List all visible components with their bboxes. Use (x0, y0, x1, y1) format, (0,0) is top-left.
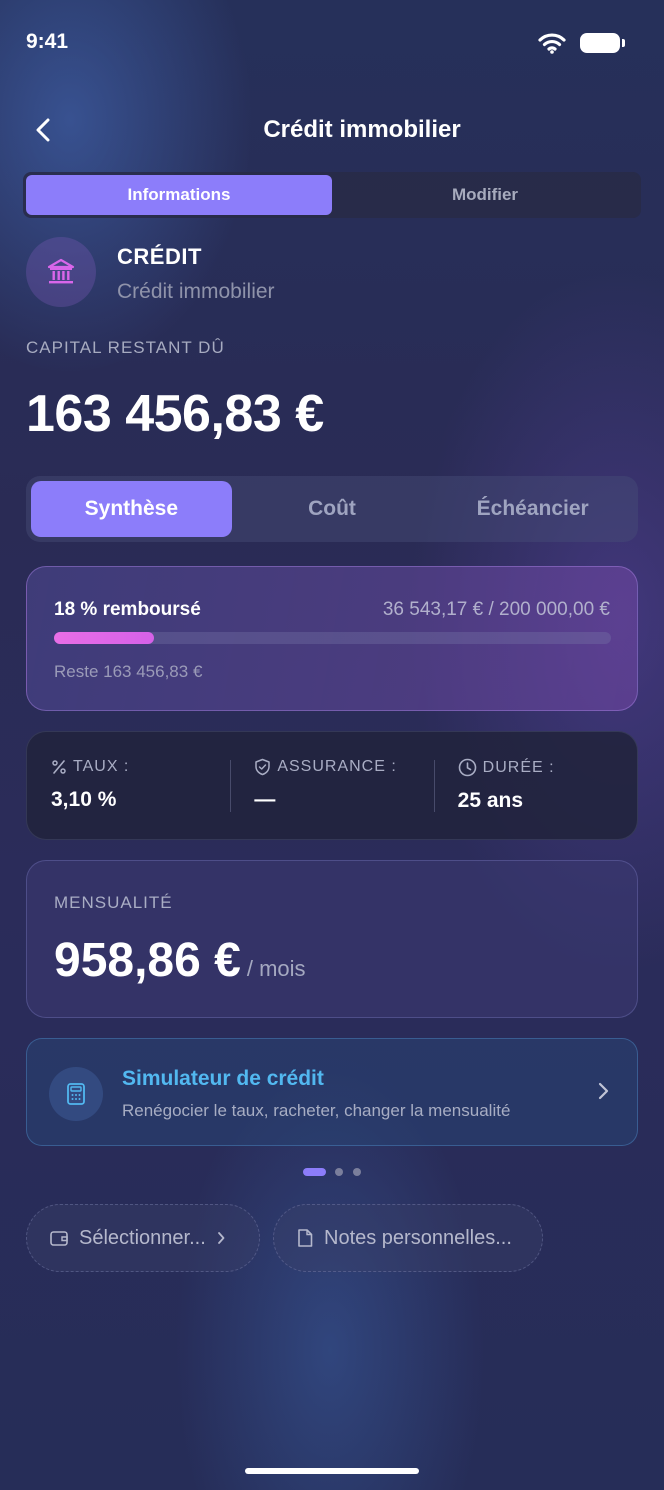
status-icons (538, 32, 625, 54)
stat-insurance: ASSURANCE : — (230, 732, 433, 839)
repayment-progress-card: 18 % remboursé 36 543,17 € / 200 000,00 … (26, 566, 638, 711)
loan-stats-card: TAUX : 3,10 % ASSURANCE : — DURÉE : 25 a… (26, 731, 638, 840)
notes-chip[interactable]: Notes personnelles... (273, 1204, 543, 1272)
stat-insurance-label: ASSURANCE : (277, 758, 397, 775)
stat-rate-value: 3,10 % (51, 788, 117, 811)
select-chip[interactable]: Sélectionner... (26, 1204, 260, 1272)
tab-informations[interactable]: Informations (26, 175, 332, 215)
home-indicator[interactable] (245, 1468, 419, 1474)
tab-synthese[interactable]: Synthèse (31, 481, 232, 537)
calculator-icon (67, 1083, 85, 1105)
page-title: Crédit immobilier (263, 116, 461, 143)
capital-value: 163 456,83 € (26, 385, 324, 443)
stat-duration-label: DURÉE : (482, 758, 555, 776)
bank-icon (47, 258, 75, 284)
account-type: CRÉDIT (117, 244, 202, 269)
shield-icon (255, 758, 271, 776)
simulator-title: Simulateur de crédit (122, 1067, 324, 1090)
progress-remaining: Reste 163 456,83 € (54, 662, 203, 681)
progress-label: 18 % remboursé (54, 599, 201, 620)
stat-duration-value: 25 ans (457, 789, 524, 812)
progress-amounts: 36 543,17 € / 200 000,00 € (382, 599, 610, 620)
monthly-payment-card: MENSUALITÉ 958,86 € / mois (26, 860, 638, 1018)
select-chip-label: Sélectionner... (79, 1226, 206, 1249)
percent-icon (52, 760, 66, 774)
notes-chip-label: Notes personnelles... (324, 1226, 512, 1249)
wallet-icon (50, 1231, 68, 1246)
document-icon (298, 1229, 313, 1247)
progress-track (54, 632, 611, 644)
stat-rate: TAUX : 3,10 % (27, 732, 230, 839)
battery-icon (580, 33, 625, 53)
monthly-label: MENSUALITÉ (54, 893, 173, 912)
tab-cout[interactable]: Coût (232, 481, 433, 537)
monthly-value: 958,86 € (54, 934, 241, 987)
stat-rate-label: TAUX : (73, 758, 130, 775)
account-avatar (26, 237, 96, 307)
stat-duration: DURÉE : 25 ans (433, 732, 637, 839)
tab-modifier[interactable]: Modifier (332, 175, 638, 215)
wifi-icon (538, 33, 566, 54)
simulator-subtitle: Renégocier le taux, racheter, changer la… (122, 1101, 511, 1120)
stat-insurance-value: — (254, 788, 276, 811)
page-dot-active[interactable] (303, 1168, 326, 1176)
main-tabs: Synthèse Coût Échéancier (26, 476, 638, 542)
monthly-unit: / mois (246, 956, 306, 981)
progress-fill (54, 632, 154, 644)
chevron-right-icon (217, 1232, 225, 1244)
chevron-right-icon (598, 1082, 609, 1100)
monthly-value-row: 958,86 € / mois (54, 933, 306, 988)
simulator-avatar (49, 1067, 103, 1121)
page-dot[interactable] (335, 1168, 343, 1176)
tab-echeancier[interactable]: Échéancier (432, 481, 633, 537)
capital-label: CAPITAL RESTANT DÛ (26, 338, 225, 357)
credit-simulator-card[interactable]: Simulateur de crédit Renégocier le taux,… (26, 1038, 638, 1146)
account-name: Crédit immobilier (117, 280, 275, 303)
status-time: 9:41 (26, 30, 69, 53)
top-segmented-control: Informations Modifier (23, 172, 641, 218)
page-dot[interactable] (353, 1168, 361, 1176)
clock-icon (458, 758, 476, 777)
